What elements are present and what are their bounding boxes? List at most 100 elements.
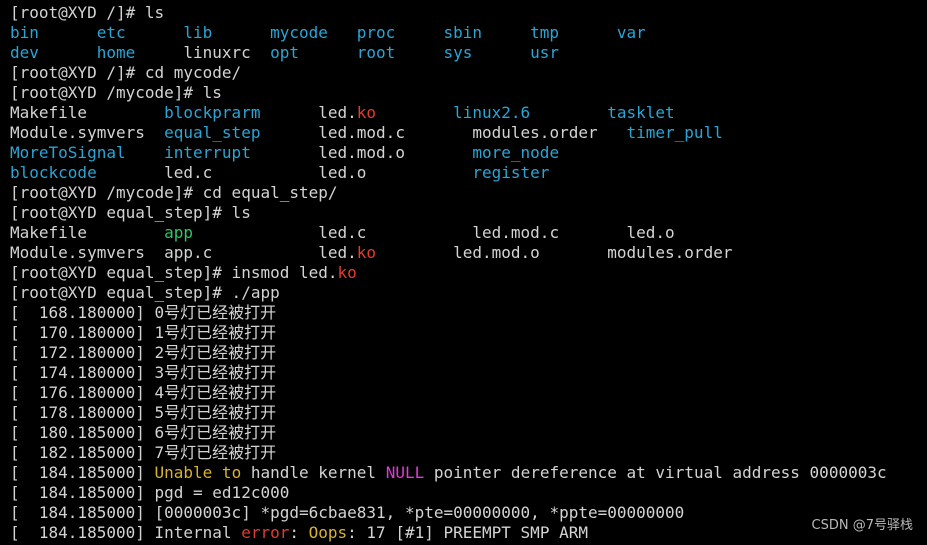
terminal-line: [root@XYD /mycode]# cd equal_step/	[10, 183, 927, 203]
terminal-text-segment: Module.symvers	[10, 243, 145, 262]
terminal-line: [ 172.180000] 2号灯已经被打开	[10, 343, 927, 363]
terminal-line: [ 180.185000] 6号灯已经被打开	[10, 423, 927, 443]
terminal-text-segment: ko	[356, 243, 377, 262]
terminal-text-segment: [root@XYD equal_step]# insmod led.	[10, 263, 338, 282]
terminal-text-segment: usr	[530, 43, 560, 62]
terminal-text-segment: [ 180.185000] 6号灯已经被打开	[10, 423, 277, 442]
terminal-line: [ 168.180000] 0号灯已经被打开	[10, 303, 927, 323]
terminal-text-segment: blockprarm	[164, 103, 261, 122]
terminal-text-segment: [ 184.185000] pgd = ed12c000	[10, 483, 290, 502]
terminal-text-segment: Makefile	[10, 223, 88, 242]
terminal-text-segment: home	[96, 43, 136, 62]
terminal-line: [ 184.185000] Unable to handle kernel NU…	[10, 463, 927, 483]
terminal-text-segment: root	[356, 43, 396, 62]
terminal-text-segment: dev	[10, 43, 39, 62]
terminal-text-segment: [ 168.180000] 0号灯已经被打开	[10, 303, 277, 322]
terminal-line: Module.symvers equal_step led.mod.c modules…	[10, 123, 927, 143]
terminal-line: Makefile app led.c led.mod.c led.o	[10, 223, 927, 243]
terminal-text-segment: tasklet	[607, 103, 675, 122]
terminal-text-segment: led.	[318, 103, 357, 122]
terminal-line: [root@XYD /mycode]# ls	[10, 83, 927, 103]
terminal-line: [ 182.185000] 7号灯已经被打开	[10, 443, 927, 463]
terminal-text-segment: bin	[10, 23, 39, 42]
terminal-text-segment: handle kernel	[241, 463, 386, 482]
terminal-line: [ 184.185000] [0000003c] *pgd=6cbae831, …	[10, 503, 927, 523]
terminal-text-segment: proc	[356, 23, 396, 42]
terminal-text-segment: more_node	[472, 143, 560, 162]
terminal-text-segment: modules.order	[607, 243, 733, 262]
terminal-text-segment: led.o	[626, 223, 675, 242]
terminal-line: [ 184.185000] Internal error: Oops: 17 […	[10, 523, 927, 543]
terminal-text-segment: var	[616, 23, 646, 42]
terminal-text-segment: etc	[96, 23, 126, 42]
terminal-text-segment: pointer dereference at virtual address 0…	[424, 463, 887, 482]
terminal-text-segment: [ 184.185000] [0000003c] *pgd=6cbae831, …	[10, 503, 685, 522]
terminal-line: [ 178.180000] 5号灯已经被打开	[10, 403, 927, 423]
terminal-text-segment: register	[472, 163, 550, 182]
terminal-line: [root@XYD equal_step]# insmod led.ko	[10, 263, 927, 283]
terminal-text-segment: MoreToSignal	[10, 143, 126, 162]
terminal-text-segment: led.c	[318, 223, 367, 242]
terminal-text-segment: timer_pull	[626, 123, 723, 142]
terminal-text-segment: [ 184.185000] Internal	[10, 523, 242, 542]
terminal-line: [root@XYD equal_step]# ls	[10, 203, 927, 223]
terminal-line: blockcode led.c led.o register	[10, 163, 927, 183]
terminal-text-segment: mycode	[270, 23, 328, 42]
terminal-text-segment: Unable to	[154, 463, 242, 482]
terminal-text-segment: sys	[443, 43, 473, 62]
terminal-text-segment: Makefile	[10, 103, 88, 122]
terminal-text-segment: ko	[356, 103, 377, 122]
terminal-line: [ 176.180000] 4号灯已经被打开	[10, 383, 927, 403]
terminal-text-segment: lib	[183, 23, 213, 42]
terminal-line: [ 184.185000] pgd = ed12c000	[10, 483, 927, 503]
terminal-text-segment: Oops	[308, 523, 348, 542]
terminal-text-segment: blockcode	[10, 163, 97, 182]
terminal-text-segment: ko	[337, 263, 357, 282]
terminal-line: MoreToSignal interrupt led.mod.o more_node	[10, 143, 927, 163]
terminal-text-segment: Module.symvers	[10, 123, 145, 142]
terminal-text-segment: NULL	[385, 463, 425, 482]
terminal-line: Module.symvers app.c led.ko led.mod.o module…	[10, 243, 927, 263]
terminal-text-segment: app	[164, 223, 194, 242]
terminal-text-segment: :	[289, 523, 309, 542]
terminal-window[interactable]: [root@XYD /]# ls bin etc lib mycode proc sbin t…	[0, 0, 927, 545]
terminal-line: [root@XYD equal_step]# ./app	[10, 283, 927, 303]
terminal-line: [ 170.180000] 1号灯已经被打开	[10, 323, 927, 343]
terminal-line: [root@XYD /]# cd mycode/	[10, 63, 927, 83]
terminal-text-segment: [ 172.180000] 2号灯已经被打开	[10, 343, 277, 362]
terminal-text-segment: [root@XYD equal_step]# ls	[10, 203, 251, 222]
terminal-text-segment: [root@XYD /mycode]# ls	[10, 83, 222, 102]
terminal-text-segment: led.	[318, 243, 357, 262]
terminal-text-segment: tmp	[530, 23, 560, 42]
terminal-text-segment: led.mod.c	[472, 223, 560, 242]
terminal-text-segment: linuxrc	[183, 43, 251, 62]
terminal-line: dev home linuxrc opt root sys usr	[10, 43, 927, 63]
terminal-text-segment: led.o	[318, 163, 367, 182]
terminal-text-segment: [ 176.180000] 4号灯已经被打开	[10, 383, 277, 402]
terminal-text-segment: [root@XYD equal_step]# ./app	[10, 283, 280, 302]
terminal-text-segment: app.c	[164, 243, 213, 262]
terminal-line: [ 174.180000] 3号灯已经被打开	[10, 363, 927, 383]
terminal-text-segment: [ 184.185000]	[10, 463, 155, 482]
terminal-text-segment: modules.order	[472, 123, 598, 142]
terminal-text-segment: [root@XYD /]# cd mycode/	[10, 63, 242, 82]
terminal-text-segment: [root@XYD /]# ls	[10, 3, 165, 22]
terminal-line: Makefile blockprarm led.ko linux2.6 tasklet	[10, 103, 927, 123]
terminal-text-segment: interrupt	[164, 143, 251, 162]
terminal-text-segment: [ 170.180000] 1号灯已经被打开	[10, 323, 277, 342]
terminal-text-segment: equal_step	[164, 123, 261, 142]
terminal-text-segment: led.mod.o	[318, 143, 405, 162]
terminal-text-segment: led.c	[164, 163, 213, 182]
terminal-text-segment: error	[241, 523, 290, 542]
csdn-watermark: CSDN @7号驿栈	[811, 518, 913, 533]
terminal-text-segment: [root@XYD /mycode]# cd equal_step/	[10, 183, 338, 202]
terminal-text-segment: led.mod.o	[453, 243, 540, 262]
terminal-line: bin etc lib mycode proc sbin tmp var	[10, 23, 927, 43]
terminal-text-segment: linux2.6	[453, 103, 531, 122]
terminal-text-segment: [ 174.180000] 3号灯已经被打开	[10, 363, 277, 382]
terminal-text-segment: : 17 [#1] PREEMPT SMP ARM	[347, 523, 588, 542]
terminal-line: [root@XYD /]# ls	[10, 3, 927, 23]
terminal-text-segment: sbin	[443, 23, 482, 42]
terminal-text-segment: [ 178.180000] 5号灯已经被打开	[10, 403, 277, 422]
terminal-text-segment: [ 182.185000] 7号灯已经被打开	[10, 443, 277, 462]
